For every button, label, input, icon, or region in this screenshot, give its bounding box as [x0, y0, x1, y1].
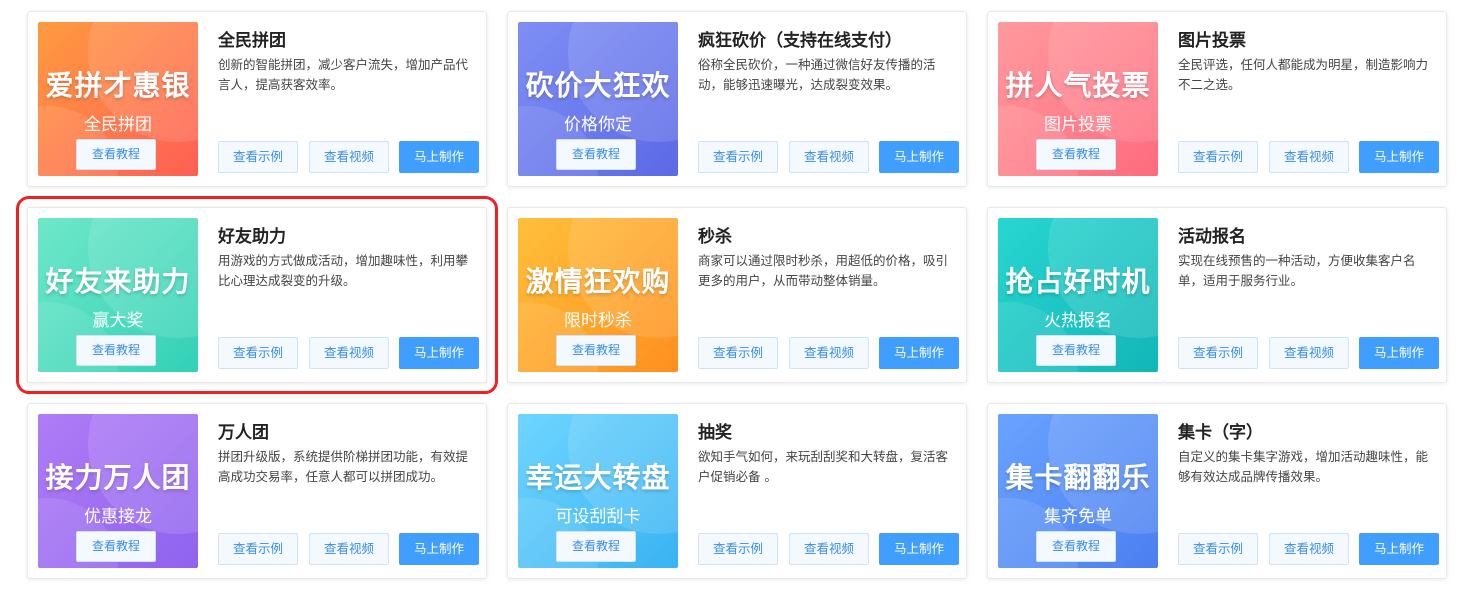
card-description: 拼团升级版，系统提供阶梯拼团功能，有效提高成功交易率，任意人都可以拼团成功。	[218, 449, 469, 484]
view-video-button[interactable]: 查看视频	[789, 533, 869, 565]
card-title: 秒杀	[698, 227, 732, 247]
view-video-button[interactable]: 查看视频	[309, 141, 389, 173]
thumbnail-title: 幸运大转盘	[525, 461, 671, 494]
card-title: 全民拼团	[218, 31, 286, 51]
card-description: 俗称全民砍价，一种通过微信好友传播的活动，能够迅速曝光，达成裂变效果。	[698, 57, 936, 92]
card-flash-sale: 激情狂欢购 限时秒杀 查看教程 秒杀 商家可以通过限时秒杀，用超低的价格，吸引更…	[507, 207, 967, 383]
card-thumbnail[interactable]: 激情狂欢购 限时秒杀 查看教程	[518, 218, 678, 372]
thumbnail-title: 激情狂欢购	[525, 265, 671, 298]
make-now-button[interactable]: 马上制作	[1359, 337, 1439, 369]
card-lottery: 幸运大转盘 可设刮刮卡 查看教程 抽奖 欲知手气如何，来玩刮刮奖和大转盘，复活客…	[507, 403, 967, 579]
card-description: 欲知手气如何，来玩刮刮奖和大转盘，复活客户促销必备 。	[698, 449, 949, 484]
thumbnail-title: 爱拼才惠银	[45, 69, 191, 102]
view-example-button[interactable]: 查看示例	[218, 533, 298, 565]
card-thumbnail[interactable]: 砍价大狂欢 价格你定 查看教程	[518, 22, 678, 176]
view-video-button[interactable]: 查看视频	[1269, 533, 1349, 565]
card-thumbnail[interactable]: 幸运大转盘 可设刮刮卡 查看教程	[518, 414, 678, 568]
card-thumbnail[interactable]: 集卡翻翻乐 集齐免单 查看教程	[998, 414, 1158, 568]
thumbnail-subtitle: 集齐免单	[1044, 507, 1112, 527]
thumbnail-subtitle: 可设刮刮卡	[555, 507, 641, 527]
make-now-button[interactable]: 马上制作	[1359, 141, 1439, 173]
thumbnail-subtitle: 价格你定	[564, 115, 632, 135]
card-description: 用游戏的方式做成活动，增加趣味性，利用攀比心理达成裂变的升级。	[218, 253, 469, 288]
card-mega-group: 接力万人团 优惠接龙 查看教程 万人团 拼团升级版，系统提供阶梯拼团功能，有效提…	[27, 403, 487, 579]
card-title: 集卡（字）	[1178, 423, 1263, 443]
card-thumbnail[interactable]: 爱拼才惠银 全民拼团 查看教程	[38, 22, 198, 176]
card-bargain: 砍价大狂欢 价格你定 查看教程 疯狂砍价（支持在线支付） 俗称全民砍价，一种通过…	[507, 11, 967, 187]
card-friend-help: 好友来助力 赢大奖 查看教程 好友助力 用游戏的方式做成活动，增加趣味性，利用攀…	[16, 196, 498, 394]
card-photo-vote: 拼人气投票 图片投票 查看教程 图片投票 全民评选，任何人都能成为明星，制造影响…	[987, 11, 1447, 187]
card-title: 活动报名	[1178, 227, 1246, 247]
card-thumbnail[interactable]: 拼人气投票 图片投票 查看教程	[998, 22, 1158, 176]
card-title: 万人团	[218, 423, 269, 443]
card-title: 抽奖	[698, 423, 732, 443]
view-video-button[interactable]: 查看视频	[309, 533, 389, 565]
view-example-button[interactable]: 查看示例	[218, 141, 298, 173]
view-example-button[interactable]: 查看示例	[1178, 337, 1258, 369]
view-video-button[interactable]: 查看视频	[1269, 141, 1349, 173]
card-description: 创新的智能拼团，减少客户流失，增加产品代言人，提高获客效率。	[218, 57, 469, 92]
thumbnail-title: 拼人气投票	[1005, 69, 1151, 102]
card-description: 自定义的集卡集字游戏，增加活动趣味性，能够有效达成品牌传播效果。	[1178, 449, 1429, 484]
card-title: 疯狂砍价（支持在线支付）	[698, 31, 902, 51]
view-tutorial-button[interactable]: 查看教程	[1036, 335, 1116, 366]
card-description: 商家可以通过限时秒杀，用超低的价格，吸引更多的用户，从而带动整体销量。	[698, 253, 949, 288]
card-thumbnail[interactable]: 好友来助力 赢大奖 查看教程	[38, 218, 198, 372]
view-tutorial-button[interactable]: 查看教程	[556, 335, 636, 366]
view-tutorial-button[interactable]: 查看教程	[1036, 139, 1116, 170]
make-now-button[interactable]: 马上制作	[399, 337, 479, 369]
thumbnail-title: 抢占好时机	[1005, 265, 1151, 298]
view-example-button[interactable]: 查看示例	[1178, 141, 1258, 173]
view-tutorial-button[interactable]: 查看教程	[76, 531, 156, 562]
make-now-button[interactable]: 马上制作	[879, 533, 959, 565]
card-event-signup: 抢占好时机 火热报名 查看教程 活动报名 实现在线预售的一种活动，方便收集客户名…	[987, 207, 1447, 383]
card-thumbnail[interactable]: 接力万人团 优惠接龙 查看教程	[38, 414, 198, 568]
make-now-button[interactable]: 马上制作	[879, 337, 959, 369]
thumbnail-title: 砍价大狂欢	[525, 69, 671, 102]
view-tutorial-button[interactable]: 查看教程	[76, 335, 156, 366]
view-tutorial-button[interactable]: 查看教程	[76, 139, 156, 170]
make-now-button[interactable]: 马上制作	[399, 141, 479, 173]
view-video-button[interactable]: 查看视频	[789, 141, 869, 173]
view-video-button[interactable]: 查看视频	[789, 337, 869, 369]
thumbnail-title: 接力万人团	[45, 461, 191, 494]
thumbnail-subtitle: 限时秒杀	[564, 311, 632, 331]
view-video-button[interactable]: 查看视频	[309, 337, 389, 369]
make-now-button[interactable]: 马上制作	[399, 533, 479, 565]
thumbnail-title: 好友来助力	[45, 265, 191, 298]
activity-template-grid: 爱拼才惠银 全民拼团 查看教程 全民拼团 创新的智能拼团，减少客户流失，增加产品…	[0, 0, 1462, 605]
view-example-button[interactable]: 查看示例	[218, 337, 298, 369]
thumbnail-subtitle: 图片投票	[1044, 115, 1112, 135]
view-tutorial-button[interactable]: 查看教程	[1036, 531, 1116, 562]
view-video-button[interactable]: 查看视频	[1269, 337, 1349, 369]
card-title: 好友助力	[218, 227, 286, 247]
card-description: 全民评选，任何人都能成为明星，制造影响力不二之选。	[1178, 57, 1429, 92]
thumbnail-subtitle: 优惠接龙	[84, 507, 152, 527]
view-example-button[interactable]: 查看示例	[698, 337, 778, 369]
make-now-button[interactable]: 马上制作	[1359, 533, 1439, 565]
view-example-button[interactable]: 查看示例	[698, 533, 778, 565]
card-thumbnail[interactable]: 抢占好时机 火热报名 查看教程	[998, 218, 1158, 372]
thumbnail-title: 集卡翻翻乐	[1005, 461, 1151, 494]
thumbnail-subtitle: 赢大奖	[92, 311, 144, 331]
view-example-button[interactable]: 查看示例	[698, 141, 778, 173]
view-example-button[interactable]: 查看示例	[1178, 533, 1258, 565]
card-description: 实现在线预售的一种活动，方便收集客户名单，适用于服务行业。	[1178, 253, 1416, 288]
view-tutorial-button[interactable]: 查看教程	[556, 531, 636, 562]
thumbnail-subtitle: 全民拼团	[84, 115, 152, 135]
card-collect-cards: 集卡翻翻乐 集齐免单 查看教程 集卡（字） 自定义的集卡集字游戏，增加活动趣味性…	[987, 403, 1447, 579]
card-group-buy: 爱拼才惠银 全民拼团 查看教程 全民拼团 创新的智能拼团，减少客户流失，增加产品…	[27, 11, 487, 187]
card-title: 图片投票	[1178, 31, 1246, 51]
thumbnail-subtitle: 火热报名	[1044, 311, 1112, 331]
make-now-button[interactable]: 马上制作	[879, 141, 959, 173]
view-tutorial-button[interactable]: 查看教程	[556, 139, 636, 170]
